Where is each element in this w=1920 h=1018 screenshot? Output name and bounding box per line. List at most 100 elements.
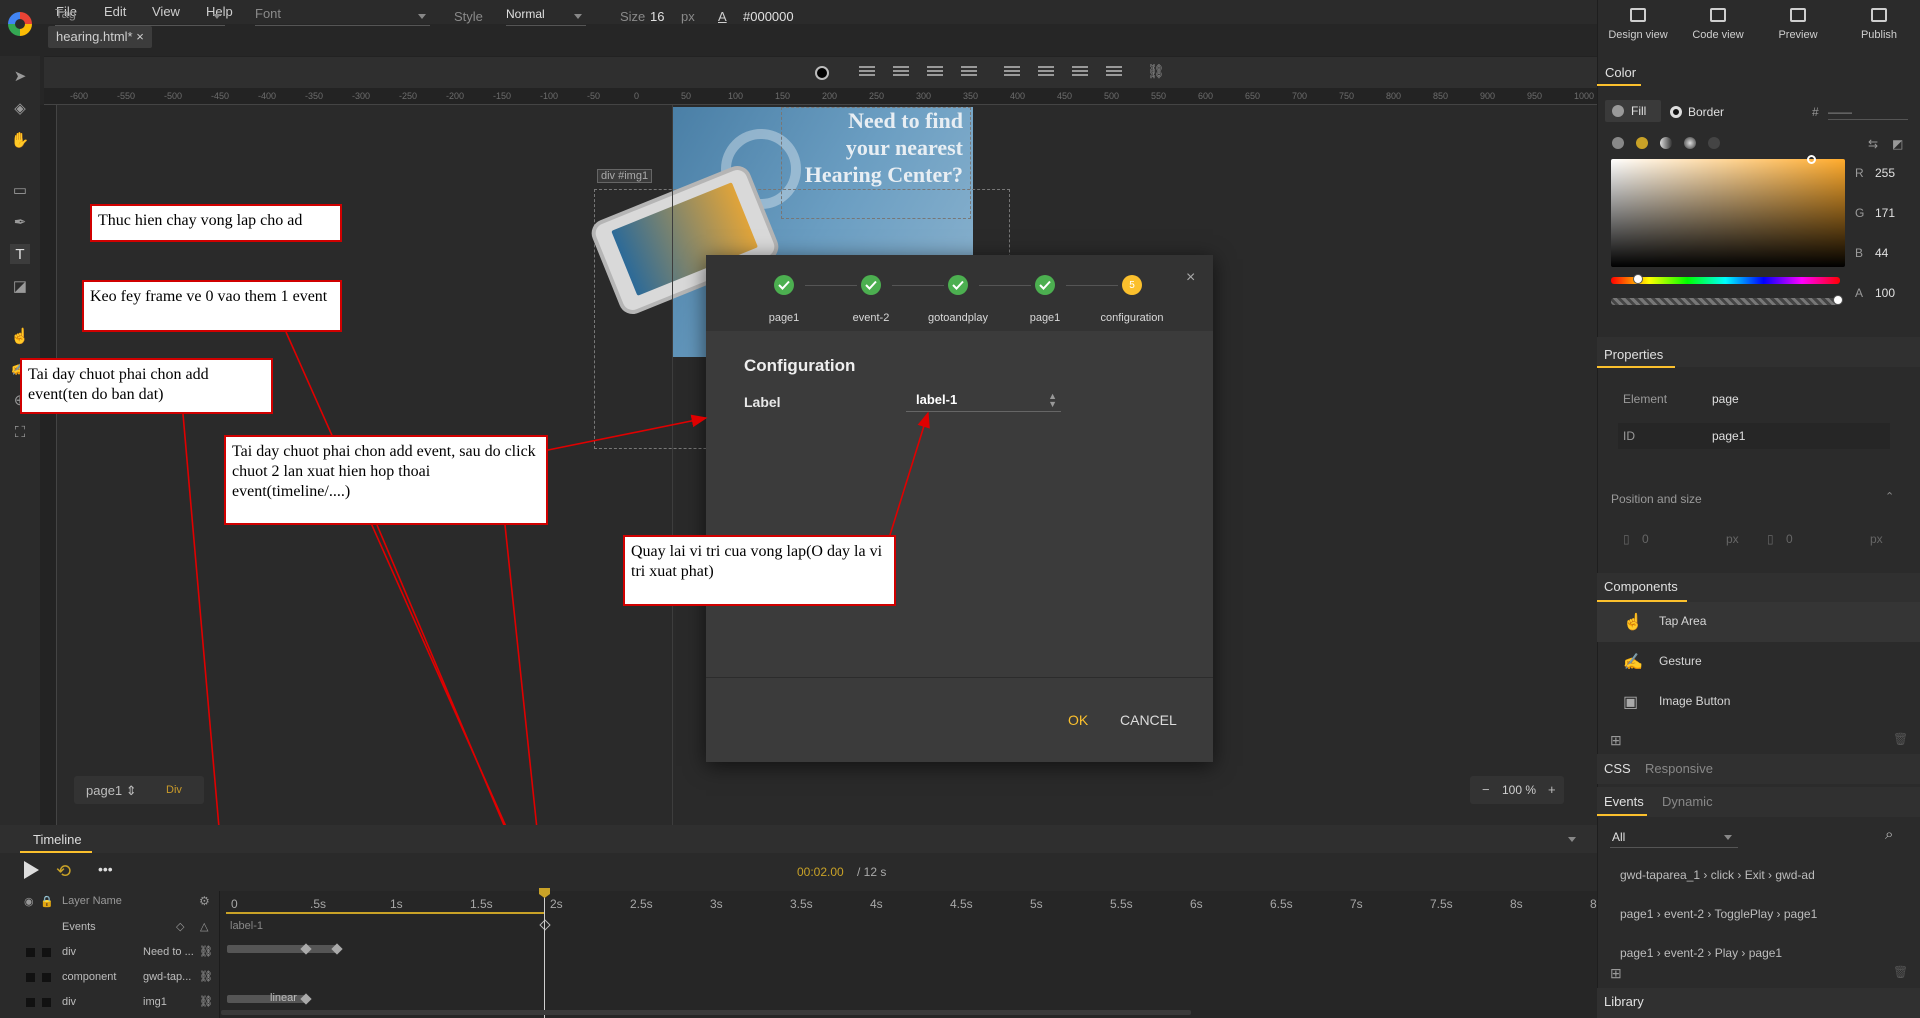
element-value: page bbox=[1712, 392, 1739, 406]
event-item[interactable]: page1 › event-2 › Play › page1 bbox=[1620, 946, 1782, 960]
tick-label: 8 bbox=[1590, 897, 1597, 911]
layer-row[interactable]: component gwd-tap... ⛓ bbox=[0, 965, 220, 990]
color-section-title: Color bbox=[1605, 65, 1637, 80]
fill-tab[interactable]: Fill bbox=[1605, 100, 1661, 122]
component-tap-area[interactable]: ☝ Tap Area bbox=[1597, 602, 1920, 642]
add-keyframe-icon[interactable]: ◇ bbox=[176, 920, 184, 933]
linear-gradient-swatch[interactable] bbox=[1660, 137, 1672, 149]
events-filter[interactable]: All bbox=[1610, 826, 1738, 848]
loop-icon[interactable]: ⟲ bbox=[56, 861, 71, 882]
preview-icon bbox=[1790, 8, 1806, 22]
layer-lock-toggle[interactable] bbox=[42, 948, 51, 957]
r-value[interactable]: 255 bbox=[1875, 166, 1895, 180]
border-label[interactable]: Border bbox=[1688, 105, 1724, 119]
playhead-line bbox=[544, 890, 545, 1018]
preview-button[interactable]: Preview bbox=[1758, 0, 1838, 52]
gear-icon[interactable]: ⚙ bbox=[199, 894, 210, 908]
b-value[interactable]: 44 bbox=[1875, 246, 1888, 260]
play-icon[interactable] bbox=[24, 861, 39, 879]
pos-x-value[interactable]: 0 bbox=[1642, 532, 1649, 546]
layer-description: Need to ... bbox=[143, 946, 194, 958]
link-icon[interactable]: ⛓ bbox=[199, 995, 213, 1008]
image-swatch[interactable] bbox=[1708, 137, 1720, 149]
r-label: R bbox=[1855, 166, 1864, 180]
component-gesture[interactable]: ✍ Gesture bbox=[1597, 642, 1920, 682]
publish-icon bbox=[1871, 8, 1887, 22]
event-item[interactable]: page1 › event-2 › TogglePlay › page1 bbox=[1620, 907, 1817, 921]
tick-label: 3.5s bbox=[790, 897, 813, 911]
id-label: ID bbox=[1623, 429, 1635, 443]
layer-row-events[interactable]: Events ◇ △ bbox=[0, 915, 220, 940]
tab-css[interactable]: CSS bbox=[1604, 761, 1631, 776]
tick-label: 2s bbox=[550, 897, 563, 911]
fill-icon bbox=[1612, 105, 1624, 117]
alpha-slider[interactable] bbox=[1611, 295, 1843, 305]
search-icon[interactable]: ⌕ bbox=[1885, 826, 1893, 843]
g-value[interactable]: 171 bbox=[1875, 206, 1895, 220]
hue-slider[interactable] bbox=[1611, 274, 1840, 284]
trash-icon[interactable]: 🗑 bbox=[1893, 732, 1908, 746]
picker-handle[interactable] bbox=[1807, 155, 1816, 164]
tab-dynamic[interactable]: Dynamic bbox=[1662, 794, 1713, 809]
no-color-swatch[interactable] bbox=[1612, 137, 1624, 149]
layer-name: div bbox=[62, 946, 77, 958]
more-icon[interactable]: ••• bbox=[98, 861, 113, 877]
add-icon[interactable]: ⊞ bbox=[1610, 732, 1622, 749]
event-label-marker[interactable]: label-1 bbox=[230, 920, 263, 932]
code-view-button[interactable]: Code view bbox=[1678, 0, 1758, 52]
chevron-down-icon bbox=[1724, 835, 1732, 840]
library-section-title[interactable]: Library bbox=[1604, 994, 1644, 1009]
tick-label: 0 bbox=[231, 897, 238, 911]
border-icon[interactable] bbox=[1670, 106, 1682, 118]
layer-visibility-toggle[interactable] bbox=[26, 948, 35, 957]
id-input[interactable]: page1 bbox=[1712, 429, 1745, 443]
timeline-scrollbar[interactable] bbox=[221, 1010, 1191, 1015]
reset-icon[interactable]: ◩ bbox=[1892, 137, 1903, 151]
layer-visibility-toggle[interactable] bbox=[26, 973, 35, 982]
gesture-icon: ✍ bbox=[1623, 654, 1643, 671]
link-icon[interactable]: ⛓ bbox=[199, 970, 213, 983]
annotation-note-2: Keo fey frame ve 0 vao them 1 event bbox=[82, 280, 342, 332]
tab-events[interactable]: Events bbox=[1604, 794, 1644, 809]
hex-input[interactable]: —— bbox=[1828, 105, 1908, 120]
position-size-title: Position and size bbox=[1611, 492, 1702, 506]
timeline-controls: ⟲ ••• 00:02.00 / 12 s bbox=[0, 853, 1597, 891]
tab-responsive[interactable]: Responsive bbox=[1645, 761, 1713, 776]
tick-label: 5s bbox=[1030, 897, 1043, 911]
tap-area-icon: ☝ bbox=[1623, 614, 1643, 631]
layer-row[interactable]: div img1 ⛓ bbox=[0, 990, 220, 1015]
component-image-button[interactable]: ▣ Image Button bbox=[1597, 682, 1920, 722]
swap-icon[interactable]: ⇆ bbox=[1868, 137, 1878, 151]
color-picker-area[interactable] bbox=[1611, 155, 1845, 267]
layer-row[interactable]: div Need to ... ⛓ bbox=[0, 940, 220, 965]
pos-y-value[interactable]: 0 bbox=[1786, 532, 1793, 546]
fill-label: Fill bbox=[1631, 104, 1647, 118]
publish-button[interactable]: Publish bbox=[1839, 0, 1919, 52]
solid-color-swatch[interactable] bbox=[1636, 137, 1648, 149]
a-value[interactable]: 100 bbox=[1875, 286, 1895, 300]
design-view-button[interactable]: Design view bbox=[1598, 0, 1678, 52]
lock-icon[interactable]: 🔒 bbox=[40, 895, 54, 908]
add-icon[interactable]: ⊞ bbox=[1610, 965, 1622, 982]
alpha-handle[interactable] bbox=[1833, 295, 1843, 305]
layer-visibility-toggle[interactable] bbox=[26, 998, 35, 1007]
collapse-icon[interactable] bbox=[1568, 837, 1576, 842]
radial-gradient-swatch[interactable] bbox=[1684, 137, 1696, 149]
link-icon[interactable]: ⛓ bbox=[199, 945, 213, 958]
layer-lock-toggle[interactable] bbox=[42, 998, 51, 1007]
tick-label: 2.5s bbox=[630, 897, 653, 911]
hue-handle[interactable] bbox=[1633, 274, 1643, 284]
tick-label: 1s bbox=[390, 897, 403, 911]
warning-icon: △ bbox=[200, 921, 209, 933]
chevron-up-icon[interactable]: ⌃ bbox=[1885, 490, 1894, 503]
time-ruler[interactable]: 0 .5s 1s 1.5s 2s 2.5s 3s 3.5s 4s 4.5s 5s… bbox=[221, 891, 1597, 911]
pos-x-unit: px bbox=[1726, 532, 1739, 546]
trash-icon[interactable]: 🗑 bbox=[1893, 965, 1908, 979]
animation-track[interactable] bbox=[227, 945, 337, 953]
event-item[interactable]: gwd-taparea_1 › click › Exit › gwd-ad bbox=[1620, 868, 1815, 882]
easing-label: linear bbox=[270, 992, 297, 1004]
visibility-icon[interactable]: ◉ bbox=[24, 895, 34, 908]
tick-label: 5.5s bbox=[1110, 897, 1133, 911]
design-view-icon bbox=[1630, 8, 1646, 22]
layer-lock-toggle[interactable] bbox=[42, 973, 51, 982]
